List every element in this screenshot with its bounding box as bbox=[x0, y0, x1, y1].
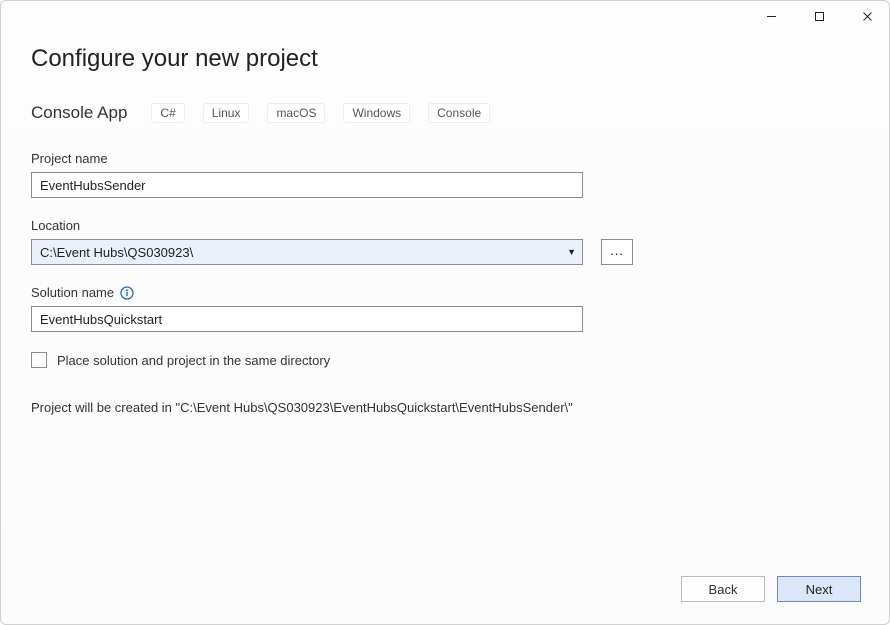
chevron-down-icon: ▼ bbox=[567, 247, 576, 257]
solution-name-label: Solution name bbox=[31, 285, 114, 300]
location-label: Location bbox=[31, 218, 633, 233]
next-button[interactable]: Next bbox=[777, 576, 861, 602]
tag: Console bbox=[428, 103, 490, 123]
creation-path-summary: Project will be created in "C:\Event Hub… bbox=[31, 400, 859, 415]
project-name-label: Project name bbox=[31, 151, 583, 166]
tag: Linux bbox=[203, 103, 250, 123]
tag: C# bbox=[151, 103, 184, 123]
maximize-button[interactable] bbox=[805, 5, 833, 27]
footer: Back Next bbox=[1, 576, 889, 624]
location-combo[interactable]: C:\Event Hubs\QS030923\ ▼ bbox=[31, 239, 583, 265]
dialog-window: Configure your new project Console App C… bbox=[0, 0, 890, 625]
back-button[interactable]: Back bbox=[681, 576, 765, 602]
page-title: Configure your new project bbox=[31, 45, 859, 73]
location-block: Location C:\Event Hubs\QS030923\ ▼ ... bbox=[31, 218, 633, 265]
browse-button[interactable]: ... bbox=[601, 239, 633, 265]
minimize-button[interactable] bbox=[757, 5, 785, 27]
same-dir-checkbox[interactable] bbox=[31, 352, 47, 368]
solution-name-label-row: Solution name bbox=[31, 285, 583, 300]
info-icon[interactable] bbox=[120, 286, 134, 300]
solution-name-block: Solution name bbox=[31, 285, 583, 332]
project-name-input[interactable] bbox=[31, 172, 583, 198]
close-button[interactable] bbox=[853, 5, 881, 27]
location-value: C:\Event Hubs\QS030923\ bbox=[40, 245, 193, 260]
project-name-block: Project name bbox=[31, 151, 583, 198]
tag: Windows bbox=[343, 103, 410, 123]
tag: macOS bbox=[267, 103, 325, 123]
same-dir-label: Place solution and project in the same d… bbox=[57, 353, 330, 368]
solution-name-input[interactable] bbox=[31, 306, 583, 332]
titlebar bbox=[1, 1, 889, 31]
form-area: Project name Location C:\Event Hubs\QS03… bbox=[31, 151, 583, 368]
template-name: Console App bbox=[31, 103, 127, 123]
template-header-row: Console App C# Linux macOS Windows Conso… bbox=[31, 103, 859, 123]
same-dir-row: Place solution and project in the same d… bbox=[31, 352, 583, 368]
content-area: Configure your new project Console App C… bbox=[1, 31, 889, 576]
